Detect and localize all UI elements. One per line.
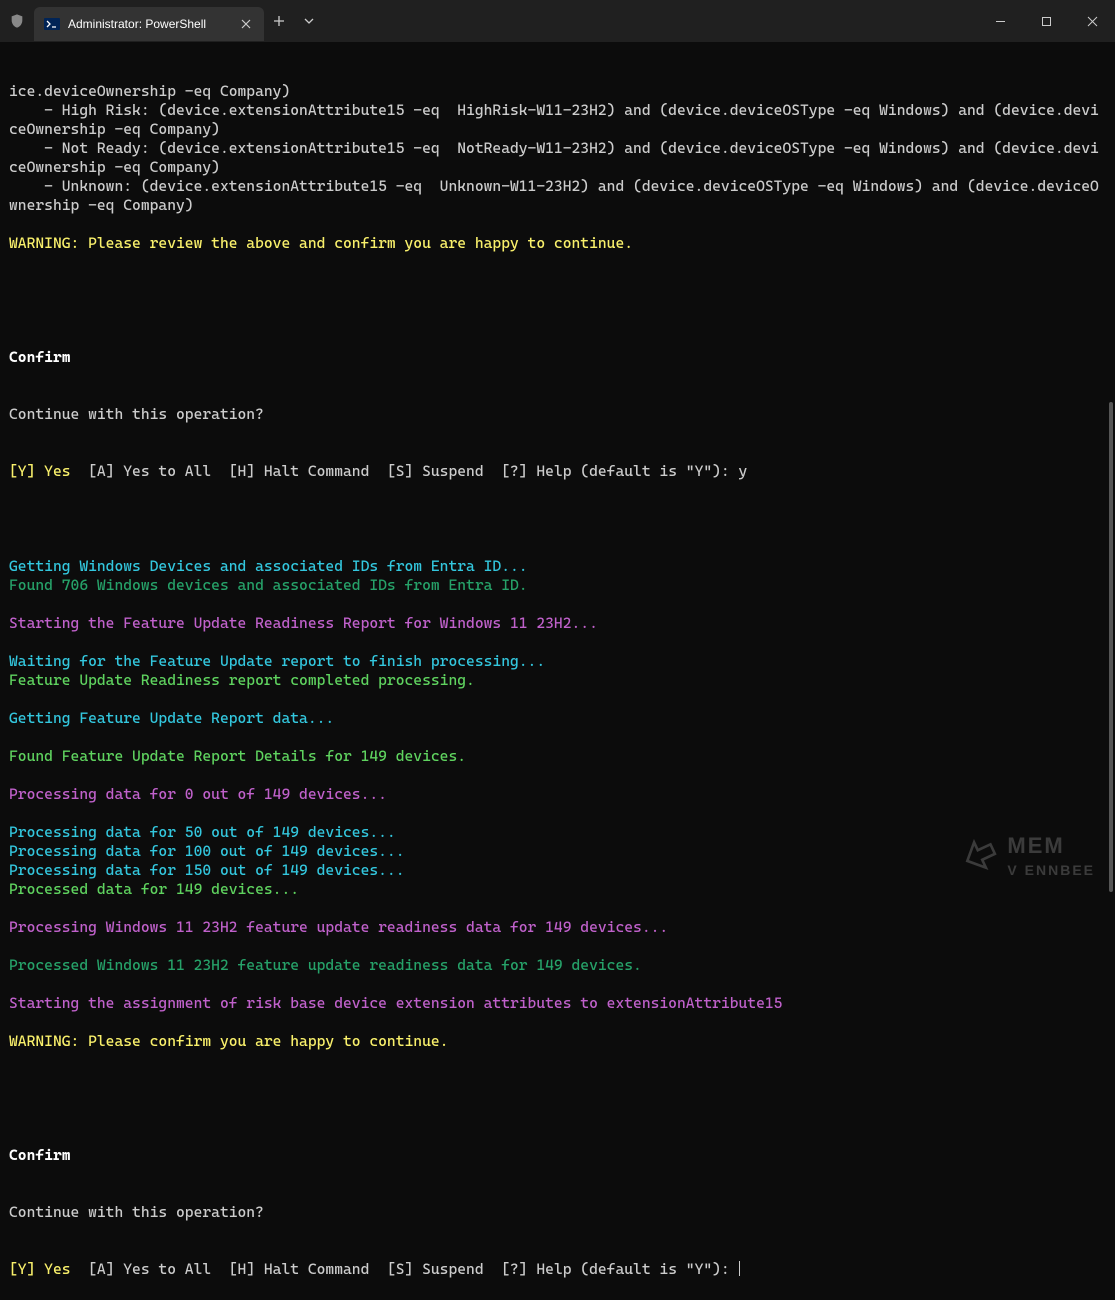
scrollbar-thumb[interactable] xyxy=(1109,402,1113,892)
terminal-output[interactable]: ice.deviceOwnership -eq Company) - High … xyxy=(0,42,1115,1300)
terminal-line xyxy=(9,728,1106,747)
terminal-line xyxy=(9,804,1106,823)
tab-title: Administrator: PowerShell xyxy=(68,17,230,31)
powershell-icon xyxy=(44,16,60,32)
terminal-line: Processing data for 100 out of 149 devic… xyxy=(9,842,1106,861)
terminal-line xyxy=(9,975,1106,994)
terminal-line xyxy=(9,633,1106,652)
terminal-line: Processed Windows 11 23H2 feature update… xyxy=(9,956,1106,975)
terminal-line: WARNING: Please review the above and con… xyxy=(9,234,1106,253)
close-icon[interactable] xyxy=(238,16,254,32)
window-controls xyxy=(977,0,1115,42)
terminal-line: Processed data for 149 devices... xyxy=(9,880,1106,899)
tab-dropdown-button[interactable] xyxy=(294,6,324,36)
terminal-line: WARNING: Please confirm you are happy to… xyxy=(9,1032,1106,1051)
terminal-line: Feature Update Readiness report complete… xyxy=(9,671,1106,690)
terminal-line: Found Feature Update Report Details for … xyxy=(9,747,1106,766)
terminal-line xyxy=(9,690,1106,709)
confirm-heading: Confirm xyxy=(9,1146,1106,1165)
terminal-line: Processing data for 50 out of 149 device… xyxy=(9,823,1106,842)
confirm-options[interactable]: [Y] Yes [A] Yes to All [H] Halt Command … xyxy=(9,462,1106,481)
minimize-button[interactable] xyxy=(977,0,1023,42)
terminal-line xyxy=(9,595,1106,614)
terminal-line: Starting the assignment of risk base dev… xyxy=(9,994,1106,1013)
terminal-line: Getting Windows Devices and associated I… xyxy=(9,557,1106,576)
confirm-heading: Confirm xyxy=(9,348,1106,367)
terminal-line xyxy=(9,937,1106,956)
watermark: MEM V ENNBEE xyxy=(959,834,1095,880)
shield-icon xyxy=(0,0,34,42)
cursor xyxy=(739,1261,740,1276)
terminal-line xyxy=(9,766,1106,785)
terminal-line xyxy=(9,253,1106,272)
terminal-line xyxy=(9,1013,1106,1032)
terminal-line: Getting Feature Update Report data... xyxy=(9,709,1106,728)
confirm-prompt: Continue with this operation? xyxy=(9,405,1106,424)
terminal-line xyxy=(9,215,1106,234)
tab-active[interactable]: Administrator: PowerShell xyxy=(34,7,264,41)
terminal-line: Starting the Feature Update Readiness Re… xyxy=(9,614,1106,633)
terminal-line xyxy=(9,538,1106,557)
terminal-line: Processing Windows 11 23H2 feature updat… xyxy=(9,918,1106,937)
terminal-line: ice.deviceOwnership -eq Company) xyxy=(9,82,1106,101)
terminal-line: Found 706 Windows devices and associated… xyxy=(9,576,1106,595)
new-tab-button[interactable] xyxy=(264,6,294,36)
terminal-line: - High Risk: (device.extensionAttribute1… xyxy=(9,101,1106,139)
maximize-button[interactable] xyxy=(1023,0,1069,42)
terminal-line: - Not Ready: (device.extensionAttribute1… xyxy=(9,139,1106,177)
titlebar: Administrator: PowerShell xyxy=(0,0,1115,42)
confirm-options[interactable]: [Y] Yes [A] Yes to All [H] Halt Command … xyxy=(9,1260,1106,1279)
scrollbar[interactable] xyxy=(1109,42,1113,892)
close-window-button[interactable] xyxy=(1069,0,1115,42)
terminal-line: Processing data for 0 out of 149 devices… xyxy=(9,785,1106,804)
terminal-line xyxy=(9,1051,1106,1070)
confirm-prompt: Continue with this operation? xyxy=(9,1203,1106,1222)
terminal-line: - Unknown: (device.extensionAttribute15 … xyxy=(9,177,1106,215)
terminal-line: Waiting for the Feature Update report to… xyxy=(9,652,1106,671)
terminal-line xyxy=(9,899,1106,918)
terminal-line: Processing data for 150 out of 149 devic… xyxy=(9,861,1106,880)
